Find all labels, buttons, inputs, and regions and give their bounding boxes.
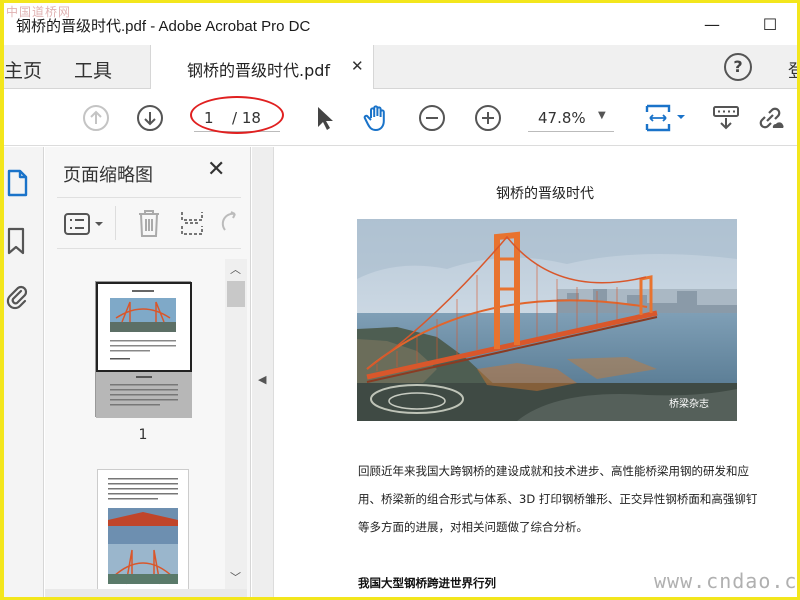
- home-menu[interactable]: 主页: [4, 56, 42, 83]
- menu-tab-bar: 主页 工具 钢桥的晋级时代.pdf ✕ ? 登: [4, 45, 797, 89]
- document-title: 钢桥的晋级时代: [496, 186, 594, 202]
- panel-title: 页面缩略图: [63, 165, 153, 186]
- pointer-icon[interactable]: [310, 104, 338, 132]
- bookmark-icon[interactable]: [6, 227, 26, 255]
- thumbnail-offscreen-shade: [96, 372, 192, 418]
- main-toolbar: 1 / 18 47.8% ▼: [4, 90, 797, 146]
- zoom-select[interactable]: 47.8% ▼: [528, 104, 614, 132]
- body-line-1: 回顾近年来我国大跨钢桥的建设成就和技术进步、高性能桥梁用钢的研发和应: [358, 464, 749, 478]
- scroll-up-icon[interactable]: ︿: [230, 261, 241, 277]
- thumbnail-2-preview: [108, 478, 178, 585]
- thumbnail-options-icon[interactable]: [63, 212, 107, 236]
- bridge-illustration: [357, 219, 737, 421]
- bridge-photo: 桥梁杂志: [357, 219, 737, 421]
- help-icon[interactable]: ?: [724, 53, 752, 81]
- page-thumbnails-icon[interactable]: [6, 169, 28, 197]
- scrollbar-thumb[interactable]: [227, 281, 245, 307]
- link-icon[interactable]: [756, 104, 784, 132]
- image-watermark: 桥梁杂志: [669, 399, 709, 410]
- extract-pages-icon[interactable]: [179, 208, 205, 238]
- attachment-icon[interactable]: [6, 283, 28, 311]
- document-tab-label: 钢桥的晋级时代.pdf: [187, 61, 331, 80]
- delete-icon[interactable]: [137, 208, 161, 238]
- thumbnail-panel: 页面缩略图 ✕ 1 ︿ ﹀: [45, 147, 251, 597]
- rotate-icon[interactable]: [217, 208, 241, 238]
- zoom-underline: [528, 131, 614, 132]
- horizontal-scrollbar[interactable]: [45, 589, 247, 597]
- chevron-down-icon: ▼: [598, 110, 606, 121]
- up-arrow-icon[interactable]: [82, 104, 110, 132]
- collapse-panel-icon[interactable]: ◀: [258, 373, 266, 386]
- body-line-3: 等多方面的进展，对相关问题做了综合分析。: [358, 520, 588, 534]
- minimize-button[interactable]: —: [694, 11, 730, 39]
- thumbnail-list: 1: [45, 259, 225, 597]
- thumbnail-page-number: 1: [138, 427, 148, 443]
- thumbnail-toolbar: [57, 197, 241, 249]
- tools-menu[interactable]: 工具: [74, 56, 112, 83]
- document-tab[interactable]: 钢桥的晋级时代.pdf ✕: [150, 45, 374, 89]
- fit-width-icon[interactable]: [644, 104, 690, 132]
- site-watermark: www.cndao.com: [654, 569, 798, 593]
- thumbnail-selection-frame: [96, 282, 192, 372]
- panel-splitter[interactable]: ◀: [252, 147, 274, 597]
- zoom-in-icon[interactable]: [474, 104, 502, 132]
- zoom-out-icon[interactable]: [418, 104, 446, 132]
- zoom-value: 47.8%: [538, 109, 586, 127]
- down-arrow-icon[interactable]: [136, 104, 164, 132]
- title-bar: 钢桥的晋级时代.pdf - Adobe Acrobat Pro DC — ☐: [4, 3, 797, 45]
- section-heading: 我国大型钢桥跨进世界行列: [358, 576, 496, 590]
- scroll-down-icon[interactable]: ﹀: [230, 569, 241, 585]
- thumbnail-1-lower-text: [110, 376, 178, 406]
- body-line-2: 用、桥梁新的组合形式与体系、3D 打印钢桥雏形、正交异性钢桥面和高强铆钉: [358, 492, 758, 506]
- login-link[interactable]: 登: [788, 57, 797, 83]
- screenshot-frame: 钢桥的晋级时代.pdf - Adobe Acrobat Pro DC — ☐ 中…: [0, 0, 800, 600]
- page-thumbnail-1[interactable]: [95, 281, 192, 418]
- document-viewport: 钢桥的晋级时代 桥梁杂志 回顾近年来我国大跨钢桥的建设成就和技术进步、高性能桥梁…: [275, 147, 797, 597]
- close-tab-icon[interactable]: ✕: [351, 57, 364, 75]
- annotation-ellipse: [190, 96, 284, 134]
- close-panel-icon[interactable]: ✕: [207, 157, 225, 182]
- keyboard-icon[interactable]: [712, 104, 740, 132]
- maximize-button[interactable]: ☐: [752, 11, 788, 39]
- thumbnail-scrollbar[interactable]: ︿ ﹀: [225, 259, 247, 589]
- top-watermark: 中国道桥网: [6, 5, 72, 19]
- navigation-icon-strip: [4, 147, 44, 597]
- hand-icon[interactable]: [362, 104, 390, 132]
- toolbar-divider: [115, 206, 116, 240]
- page-thumbnail-2[interactable]: [97, 469, 189, 597]
